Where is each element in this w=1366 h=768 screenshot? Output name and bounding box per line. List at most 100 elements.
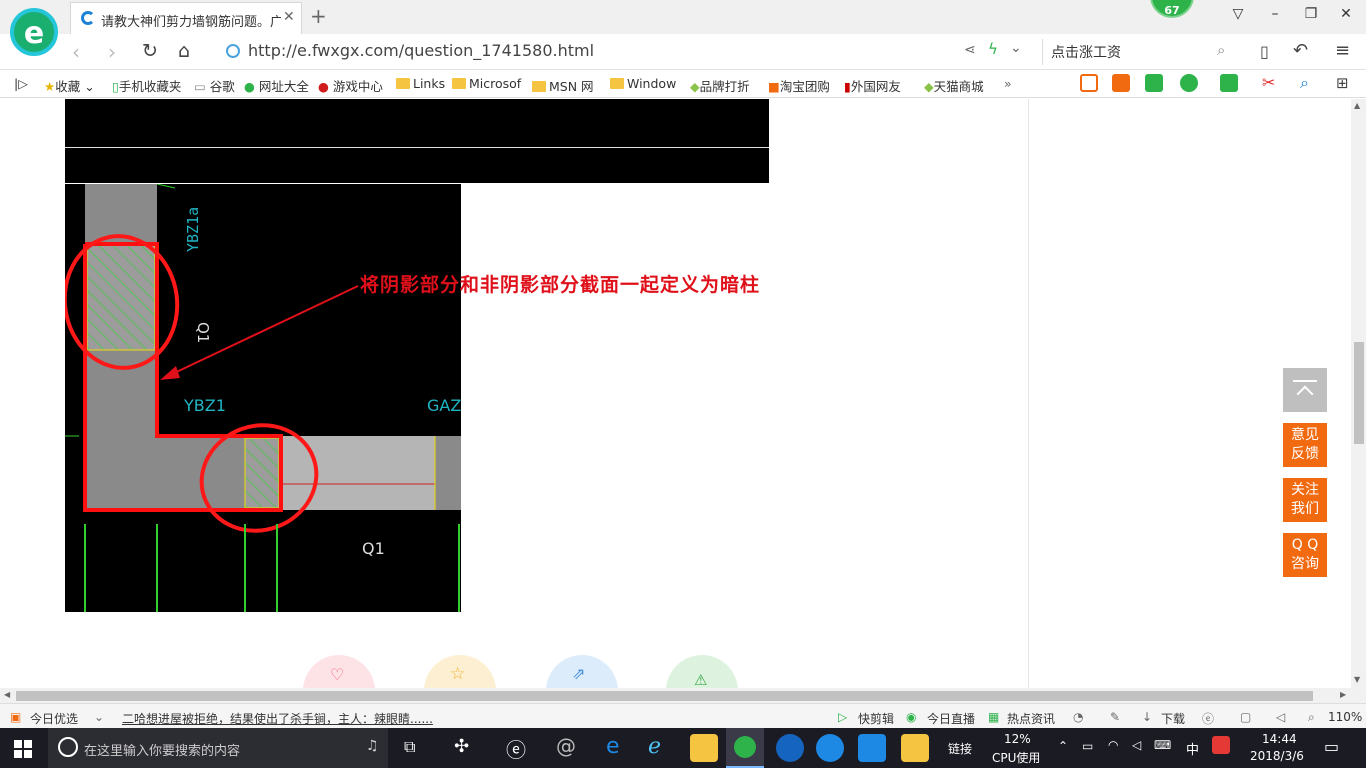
back-to-top-button[interactable] — [1283, 368, 1327, 412]
menu-icon[interactable]: ≡ — [1335, 40, 1350, 61]
speed-icon[interactable]: ◔ — [1073, 710, 1083, 724]
follow-us-button[interactable]: 关注 我们 — [1283, 478, 1327, 522]
thumbs-up-icon: ♡ — [330, 665, 345, 684]
app-plus-icon[interactable] — [858, 734, 886, 762]
qq-consult-button[interactable]: Q Q 咨询 — [1283, 533, 1327, 577]
scissors-icon[interactable]: ✂ — [1262, 73, 1275, 92]
reader-icon[interactable] — [1145, 74, 1163, 92]
chevron-down-icon[interactable]: ⌄ — [94, 710, 104, 724]
taskbar-search-input[interactable]: 在这里输入你要搜索的内容 ♫ — [48, 728, 388, 768]
translate-icon[interactable] — [1220, 74, 1238, 92]
browser-logo[interactable]: e — [10, 8, 58, 56]
forward-icon[interactable]: › — [108, 40, 116, 64]
new-tab-icon[interactable]: + — [310, 4, 327, 28]
sogou-icon[interactable] — [1212, 736, 1230, 754]
back-icon[interactable]: ‹ — [72, 40, 80, 64]
minimize-icon[interactable]: – — [1265, 6, 1285, 22]
ie-browser-icon[interactable]: ℯ — [648, 734, 661, 759]
app-g-icon[interactable] — [816, 734, 844, 762]
mobile-icon[interactable]: ▯ — [1260, 42, 1269, 61]
discount-icon[interactable] — [1112, 74, 1130, 92]
edge-browser-icon[interactable]: e — [606, 734, 620, 759]
volume-tray-icon[interactable]: ◁ — [1132, 738, 1141, 752]
more-bookmarks-icon[interactable]: » — [1004, 76, 1012, 91]
tray-chevron-icon[interactable]: ⌃ — [1058, 739, 1068, 753]
chevron-down-icon[interactable]: ⌄ — [1010, 40, 1022, 56]
report-button[interactable]: ⚠ — [666, 655, 738, 688]
clock-date[interactable]: 2018/3/6 — [1250, 749, 1304, 763]
windows-start-icon[interactable] — [14, 740, 32, 758]
pinwheel-app-icon[interactable]: ✣ — [454, 736, 469, 757]
microphone-icon[interactable]: ♫ — [366, 738, 379, 754]
annotation-arrow — [160, 285, 359, 380]
quick-clip-link[interactable]: 快剪辑 — [858, 710, 894, 727]
horizontal-scrollbar[interactable]: ◀ ▶ — [0, 688, 1366, 703]
bookmark-tmall[interactable]: ◆天猫商城 — [924, 76, 984, 95]
like-button[interactable]: ♡ — [303, 655, 375, 688]
ie-favicon-icon — [81, 11, 95, 25]
close-window-icon[interactable]: ✕ — [1336, 6, 1356, 22]
bookmark-mobile[interactable]: ▯手机收藏夹 — [112, 76, 181, 95]
sidebar-toggle-icon[interactable]: |▷ — [14, 76, 28, 91]
zoom-search-icon[interactable]: ⌕ — [1300, 73, 1309, 93]
live-link[interactable]: 今日直播 — [927, 710, 975, 727]
task-view-icon[interactable]: ⧉ — [404, 737, 415, 757]
volume-icon[interactable]: ◁ — [1276, 710, 1285, 724]
wifi-icon[interactable]: ◠ — [1108, 738, 1118, 752]
download-link[interactable]: 下载 — [1161, 710, 1185, 727]
bookmark-links[interactable]: Links — [396, 76, 445, 91]
bookmark-foreign[interactable]: ▮外国网友 — [844, 76, 901, 95]
home-icon[interactable]: ⌂ — [178, 40, 190, 62]
share-button[interactable]: ⇗ — [546, 655, 618, 688]
zoom-level[interactable]: 110% — [1328, 710, 1362, 724]
today-pick-link[interactable]: 今日优选 — [30, 710, 78, 727]
notification-center-icon[interactable]: ▭ — [1324, 737, 1339, 756]
bookmark-microsoft[interactable]: Microsof — [452, 76, 521, 91]
browser-tab[interactable]: 请教大神们剪力墙钢筋问题。广 ✕ — [70, 2, 302, 34]
favorite-button[interactable]: ☆ — [424, 655, 496, 688]
clock-time[interactable]: 14:44 — [1262, 732, 1297, 746]
keyboard-icon[interactable]: ⌨ — [1154, 738, 1171, 752]
bookmark-msn[interactable]: MSN 网 — [532, 76, 594, 95]
bookmark-hao[interactable]: ● 网址大全 — [244, 76, 309, 95]
speed-mode-icon[interactable]: ϟ — [988, 40, 998, 58]
search-input[interactable]: 点击涨工资 ⌕ — [1042, 39, 1242, 65]
horizontal-scroll-thumb[interactable] — [16, 691, 1313, 701]
battery-icon[interactable]: ▭ — [1082, 739, 1093, 753]
notification-badge[interactable]: 67 — [1150, 0, 1194, 18]
news-ticker-link[interactable]: 二哈想进屋被拒绝，结果使出了杀手锏，主人：辣眼睛...... — [122, 710, 433, 727]
notes-app-icon[interactable] — [901, 734, 929, 762]
bookmark-brand-sale[interactable]: ◆品牌打折 — [690, 76, 750, 95]
vertical-scroll-thumb[interactable] — [1354, 342, 1364, 444]
window-icon[interactable]: ▢ — [1240, 710, 1251, 724]
bookmark-favorites[interactable]: ★收藏 ⌄ — [44, 76, 95, 95]
bookmark-label: Microsof — [469, 76, 522, 91]
tools-icon[interactable]: ✎ — [1110, 710, 1120, 724]
bookmark-games[interactable]: ● 游戏中心 — [318, 76, 383, 95]
vertical-scrollbar[interactable]: ▲ ▼ — [1351, 99, 1366, 688]
edge-app-icon[interactable]: ⓔ — [506, 734, 526, 763]
restore-icon[interactable]: ❐ — [1301, 6, 1321, 22]
hot-news-link[interactable]: 热点资讯 — [1007, 710, 1055, 727]
shield-icon[interactable] — [1180, 74, 1198, 92]
url-field[interactable]: http://e.fwxgx.com/question_1741580.html… — [220, 38, 1040, 66]
apps-grid-icon[interactable]: ⊞ — [1336, 74, 1349, 92]
tv-icon[interactable] — [1080, 74, 1098, 92]
links-toolbar[interactable]: 链接 — [948, 740, 972, 757]
file-explorer-icon[interactable] — [690, 734, 718, 762]
bookmark-google[interactable]: ▭ 谷歌 — [194, 76, 235, 95]
bookmark-windows[interactable]: Window — [610, 76, 676, 91]
feedback-button[interactable]: 意见 反馈 — [1283, 423, 1327, 467]
app-blue-icon[interactable] — [776, 734, 804, 762]
close-tab-icon[interactable]: ✕ — [283, 9, 295, 25]
undo-icon[interactable]: ↶ — [1293, 40, 1308, 61]
bookmark-taobao[interactable]: ■淘宝团购 — [768, 76, 830, 95]
skin-icon[interactable]: ▽ — [1228, 6, 1248, 22]
ie-mode-icon[interactable]: ⓔ — [1202, 710, 1214, 727]
refresh-icon[interactable]: ↻ — [142, 40, 158, 62]
2345-browser-task[interactable] — [726, 728, 764, 768]
swirl-app-icon[interactable]: @ — [556, 734, 576, 758]
search-icon[interactable]: ⌕ — [1217, 41, 1225, 59]
share-icon[interactable]: ⋖ — [964, 42, 976, 58]
ime-indicator[interactable]: 中 — [1186, 739, 1199, 758]
